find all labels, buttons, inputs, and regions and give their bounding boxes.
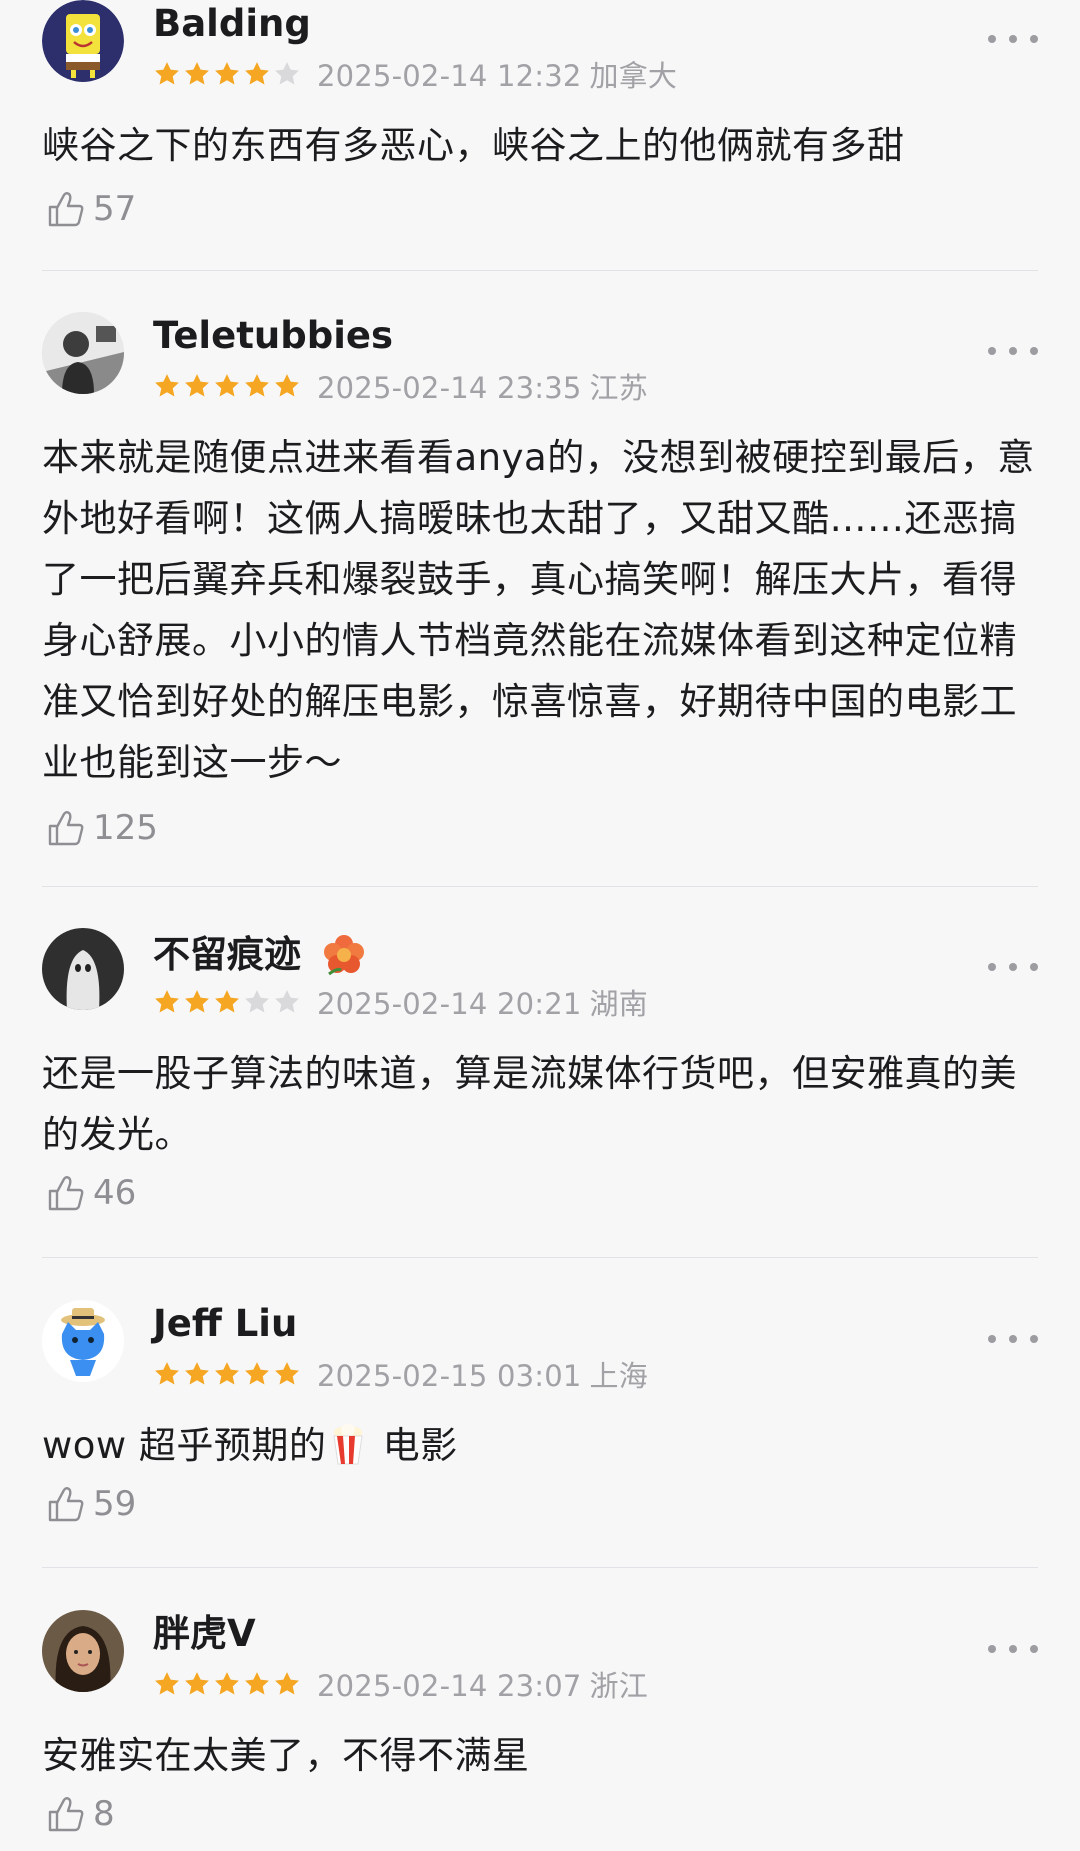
user-avatar[interactable] — [42, 312, 124, 394]
star-filled-icon — [215, 990, 239, 1013]
review-location: 上海 — [589, 1359, 648, 1393]
more-dots-icon — [988, 1645, 996, 1653]
user-avatar[interactable] — [42, 0, 124, 82]
spongebob-avatar-icon — [42, 0, 124, 82]
divider — [42, 886, 1038, 887]
star-rating — [153, 988, 303, 1016]
star-filled-icon — [245, 1362, 269, 1385]
review-location: 浙江 — [589, 1669, 648, 1703]
woman-photo-avatar-icon — [42, 1610, 124, 1692]
review-content: 还是一股子算法的味道，算是流媒体行货吧，但安雅真的美的发光。 — [42, 1052, 1017, 1156]
username[interactable]: 不留痕迹 — [153, 930, 369, 980]
star-empty-icon — [275, 990, 299, 1013]
more-options-button[interactable] — [988, 1324, 1038, 1354]
like-count: 46 — [93, 1173, 137, 1213]
like-count: 8 — [93, 1794, 115, 1834]
star-empty-icon — [275, 62, 299, 85]
star-filled-icon — [185, 62, 209, 85]
star-filled-icon — [155, 62, 179, 85]
more-options-button[interactable] — [988, 952, 1038, 982]
star-filled-icon — [215, 1362, 239, 1385]
review-content: 安雅实在太美了，不得不满星 — [42, 1734, 530, 1777]
like-count: 59 — [93, 1484, 137, 1524]
star-rating — [153, 60, 303, 88]
like-button[interactable]: 46 — [44, 1171, 136, 1215]
star-filled-icon — [155, 1362, 179, 1385]
review-timestamp: 2025-02-14 23:35 — [317, 371, 582, 405]
more-dots-icon — [988, 963, 996, 971]
star-filled-icon — [215, 62, 239, 85]
like-button[interactable]: 59 — [44, 1482, 136, 1526]
star-rating — [153, 1360, 303, 1388]
username[interactable]: 胖虎V — [153, 1612, 256, 1656]
star-filled-icon — [155, 990, 179, 1013]
user-avatar[interactable] — [42, 1610, 124, 1692]
username[interactable]: Teletubbies — [153, 314, 393, 358]
review-feed: Balding 2025-02-14 12:32 加拿大 峡谷之下的东西有多恶心，… — [0, 0, 1080, 1851]
star-empty-icon — [245, 990, 269, 1013]
star-filled-icon — [185, 990, 209, 1013]
ghost-avatar-icon — [42, 928, 124, 1010]
review-timestamp: 2025-02-15 03:01 — [317, 1359, 582, 1393]
more-dots-icon — [988, 1335, 996, 1343]
divider — [42, 1257, 1038, 1258]
review-timestamp: 2025-02-14 12:32 — [317, 59, 582, 93]
thumbs-up-icon — [48, 1176, 84, 1211]
star-filled-icon — [215, 374, 239, 397]
user-avatar[interactable] — [42, 928, 124, 1010]
star-filled-icon — [185, 1672, 209, 1695]
more-dots-icon — [988, 347, 996, 355]
star-rating — [153, 1670, 303, 1698]
like-count: 57 — [93, 189, 137, 229]
star-filled-icon — [185, 1362, 209, 1385]
review-meta: 2025-02-14 23:07 浙江 — [153, 1668, 648, 1703]
review-timestamp: 2025-02-14 20:21 — [317, 987, 582, 1021]
review-content: 峡谷之下的东西有多恶心，峡谷之上的他俩就有多甜 — [42, 124, 905, 167]
username[interactable]: Jeff Liu — [153, 1302, 297, 1346]
star-filled-icon — [155, 374, 179, 397]
review-location: 湖南 — [589, 987, 648, 1021]
like-button[interactable]: 8 — [44, 1792, 115, 1836]
like-button[interactable]: 57 — [44, 187, 136, 231]
star-filled-icon — [275, 1362, 299, 1385]
review-content: 本来就是随便点进来看看anya的，没想到被硬控到最后，意外地好看啊！这俩人搞暧昧… — [42, 436, 1035, 784]
thumbs-up-icon — [48, 1797, 84, 1832]
more-options-button[interactable] — [988, 24, 1038, 54]
divider — [42, 270, 1038, 271]
more-dots-icon — [988, 35, 996, 43]
star-filled-icon — [245, 1672, 269, 1695]
thumbs-up-icon — [48, 1487, 84, 1522]
more-options-button[interactable] — [988, 1634, 1038, 1664]
review-meta: 2025-02-14 23:35 江苏 — [153, 370, 648, 405]
username[interactable]: Balding — [153, 2, 311, 46]
more-options-button[interactable] — [988, 336, 1038, 366]
popcorn-icon — [326, 1422, 370, 1466]
review-meta: 2025-02-15 03:01 上海 — [153, 1358, 648, 1393]
thumbs-up-icon — [48, 811, 84, 846]
star-rating — [153, 372, 303, 400]
user-avatar[interactable] — [42, 1300, 124, 1382]
review-location: 加拿大 — [589, 59, 678, 93]
review-meta: 2025-02-14 12:32 加拿大 — [153, 58, 678, 93]
star-filled-icon — [245, 374, 269, 397]
star-filled-icon — [245, 62, 269, 85]
star-filled-icon — [275, 374, 299, 397]
review-location: 江苏 — [589, 371, 648, 405]
like-button[interactable]: 125 — [44, 806, 158, 850]
star-filled-icon — [275, 1672, 299, 1695]
review-meta: 2025-02-14 20:21 湖南 — [153, 986, 648, 1021]
star-filled-icon — [185, 374, 209, 397]
thumbs-up-icon — [48, 192, 84, 227]
review-content: wow 超乎预期的 电影 — [42, 1422, 458, 1467]
flower-icon — [319, 930, 369, 980]
like-count: 125 — [93, 808, 158, 848]
blue-cat-avatar-icon — [42, 1300, 124, 1382]
review-timestamp: 2025-02-14 23:07 — [317, 1669, 582, 1703]
person-photo-avatar-icon — [42, 312, 124, 394]
star-filled-icon — [215, 1672, 239, 1695]
divider — [42, 1567, 1038, 1568]
star-filled-icon — [155, 1672, 179, 1695]
